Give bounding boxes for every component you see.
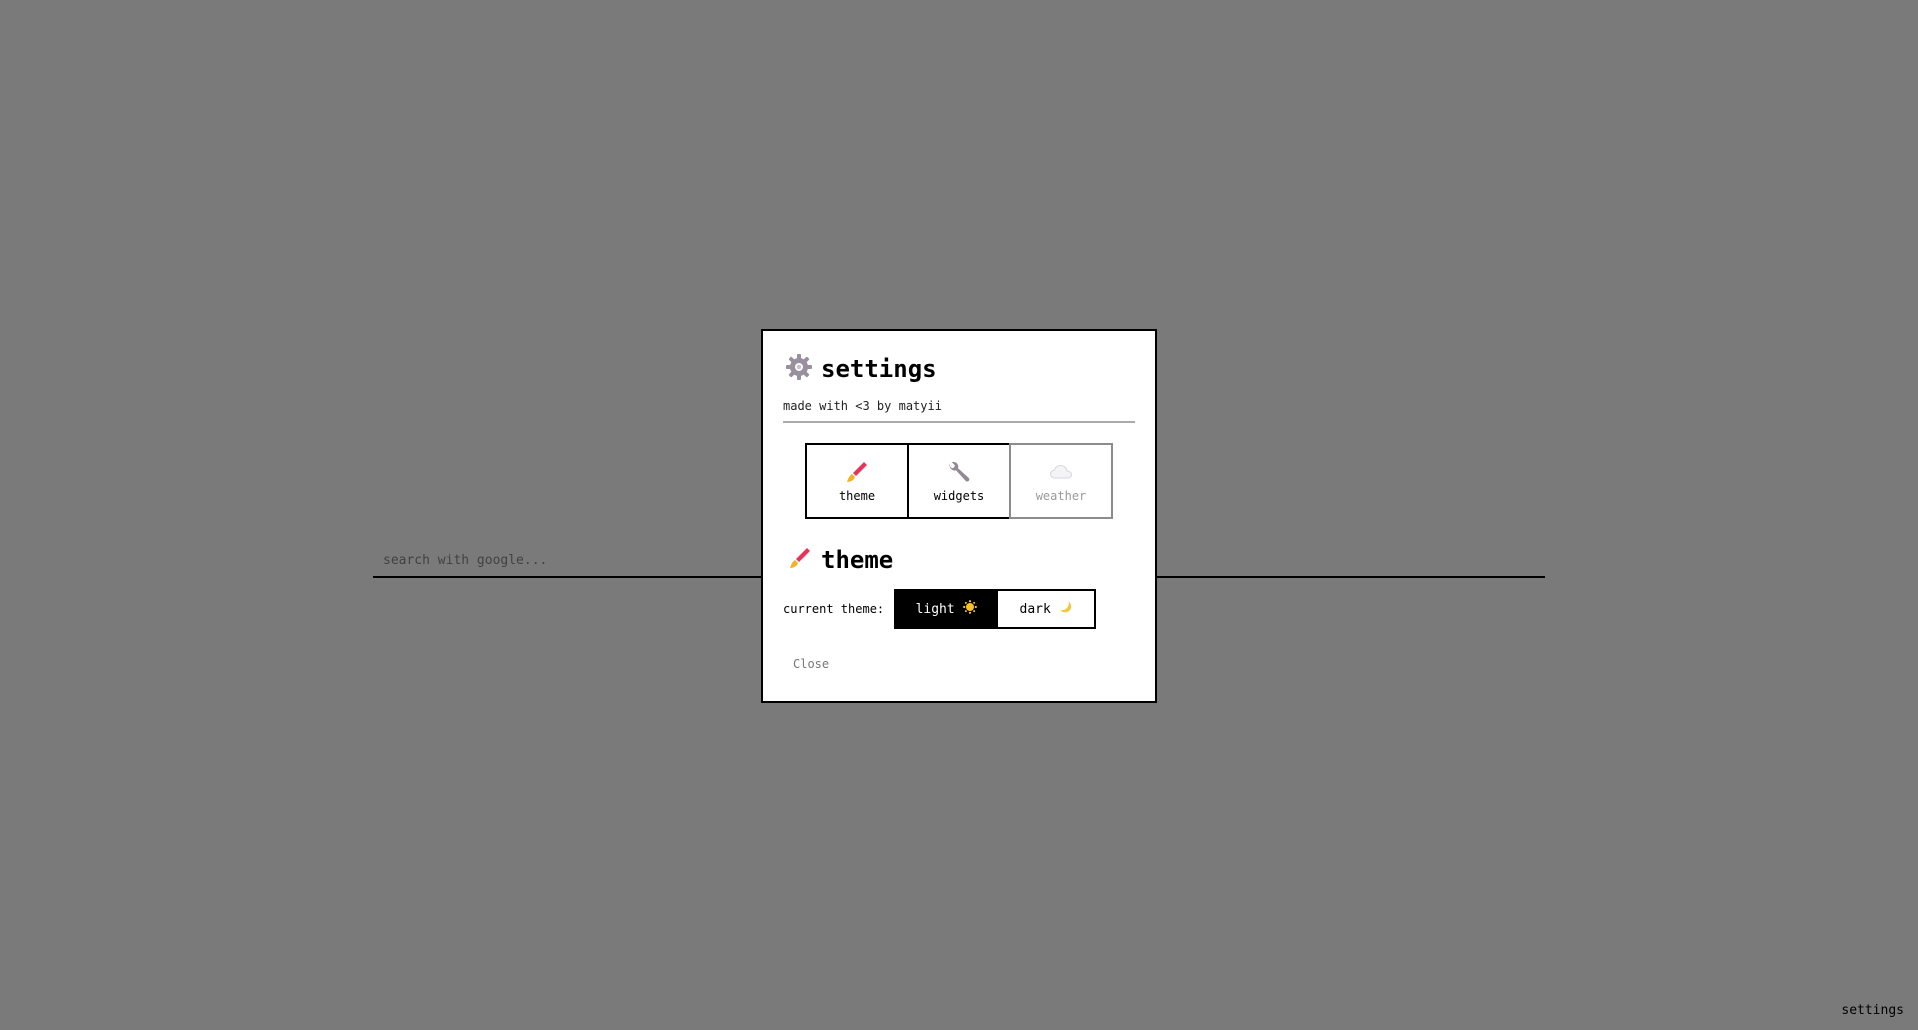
settings-tabs: theme widgets weather (783, 443, 1135, 519)
section-title: theme (821, 546, 894, 574)
wrench-icon (946, 459, 972, 485)
theme-label: current theme: (783, 602, 885, 616)
settings-modal: settings made with <3 by matyii theme wi… (761, 329, 1157, 703)
theme-light-label: light (915, 601, 955, 617)
theme-toggle: light dark (894, 589, 1097, 629)
modal-title: settings (821, 355, 937, 383)
tab-weather-label: weather (1035, 489, 1087, 503)
tab-widgets[interactable]: widgets (907, 443, 1011, 519)
cloud-icon (1048, 459, 1074, 485)
gear-icon (785, 353, 813, 385)
theme-row: current theme: light dark (783, 589, 1135, 629)
close-button[interactable]: Close (793, 657, 829, 671)
theme-light-button[interactable]: light (896, 591, 997, 627)
moon-icon (1059, 600, 1073, 618)
tab-widgets-label: widgets (933, 489, 985, 503)
theme-dark-button[interactable]: dark (996, 591, 1095, 627)
section-header: theme (787, 545, 1135, 575)
tab-theme-label: theme (838, 489, 876, 503)
paintbrush-icon (844, 459, 870, 485)
tab-theme[interactable]: theme (805, 443, 909, 519)
sun-icon (962, 600, 977, 618)
modal-subtitle: made with <3 by matyii (783, 399, 1135, 423)
modal-header: settings (785, 353, 1135, 385)
paintbrush-icon (787, 545, 813, 575)
tab-weather[interactable]: weather (1009, 443, 1113, 519)
theme-dark-label: dark (1019, 601, 1051, 617)
